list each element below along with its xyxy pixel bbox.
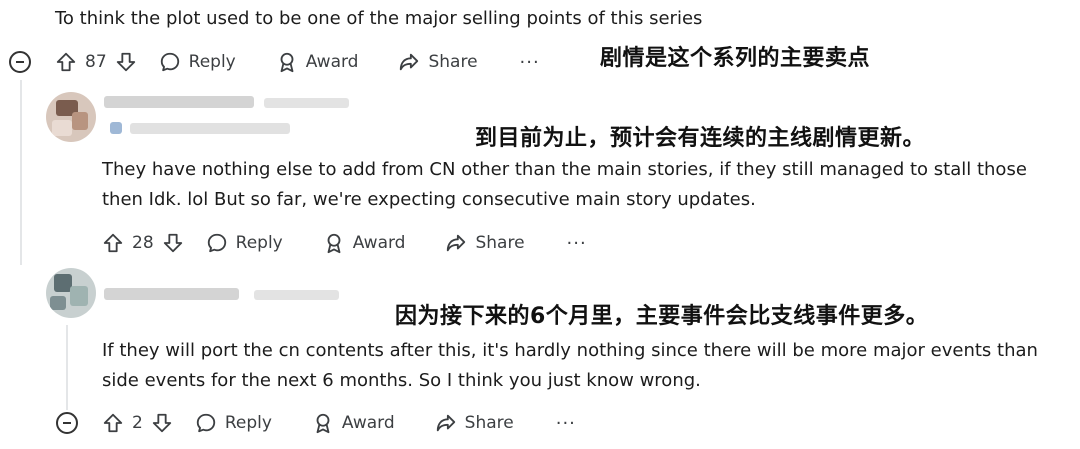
username-blurred[interactable] xyxy=(104,96,349,110)
reply-button[interactable]: Reply xyxy=(206,232,283,254)
share-label: Share xyxy=(464,413,514,433)
share-button[interactable]: Share xyxy=(445,232,525,254)
reply-label: Reply xyxy=(188,52,236,72)
collapse-button[interactable] xyxy=(56,412,78,434)
reply-label: Reply xyxy=(224,413,272,433)
share-icon xyxy=(436,414,455,432)
more-label: ··· xyxy=(566,232,587,254)
user-flair-blurred xyxy=(110,122,290,136)
collapse-button[interactable] xyxy=(9,51,31,73)
award-button[interactable]: Award xyxy=(323,232,406,254)
share-icon xyxy=(400,53,419,71)
downvote-button[interactable] xyxy=(115,51,137,73)
reply-button[interactable]: Reply xyxy=(195,412,272,434)
more-label: ··· xyxy=(555,412,576,434)
vote-count: 28 xyxy=(132,233,154,253)
reply-icon xyxy=(196,413,215,433)
award-icon xyxy=(316,413,330,434)
translation-annotation: 到目前为止，预计会有连续的主线剧情更新。 xyxy=(475,126,926,151)
avatar[interactable] xyxy=(46,92,96,142)
comment-body: If they will port the cn contents after … xyxy=(102,336,1038,396)
vote-count: 87 xyxy=(85,52,107,72)
reply-label: Reply xyxy=(235,233,283,253)
reply-icon xyxy=(207,233,226,253)
comment-body: They have nothing else to add from CN ot… xyxy=(102,155,1027,215)
award-button[interactable]: Award xyxy=(276,51,359,73)
more-options-button[interactable]: ··· xyxy=(556,413,576,434)
thread-line[interactable] xyxy=(66,325,68,410)
comment-line: To think the plot used to be one of the … xyxy=(55,8,703,29)
share-label: Share xyxy=(475,233,525,253)
award-icon xyxy=(327,233,341,254)
award-icon xyxy=(280,52,294,73)
vote-count: 2 xyxy=(132,413,143,433)
upvote-button[interactable] xyxy=(102,232,124,254)
avatar[interactable] xyxy=(46,268,96,318)
share-icon xyxy=(447,234,466,252)
share-label: Share xyxy=(428,52,478,72)
upvote-icon xyxy=(103,413,123,433)
share-button[interactable]: Share xyxy=(398,51,478,73)
more-label: ··· xyxy=(519,51,540,73)
upvote-button[interactable] xyxy=(102,412,124,434)
downvote-button[interactable] xyxy=(151,412,173,434)
translation-annotation: 因为接下来的6个月里，主要事件会比支线事件更多。 xyxy=(395,304,929,329)
comment-line: They have nothing else to add from CN ot… xyxy=(102,159,1027,180)
comment-line: then Idk. lol But so far, we're expectin… xyxy=(102,189,756,210)
downvote-icon xyxy=(116,52,135,72)
award-label: Award xyxy=(305,52,359,72)
comment-body: To think the plot used to be one of the … xyxy=(55,4,702,34)
comment-line: If they will port the cn contents after … xyxy=(102,340,1038,361)
award-label: Award xyxy=(352,233,406,253)
award-label: Award xyxy=(341,413,395,433)
reply-icon xyxy=(160,52,179,72)
share-button[interactable]: Share xyxy=(435,412,514,434)
downvote-icon xyxy=(152,413,171,433)
more-options-button[interactable]: ··· xyxy=(567,233,587,254)
thread-line[interactable] xyxy=(20,80,22,265)
upvote-button[interactable] xyxy=(55,51,77,73)
more-options-button[interactable]: ··· xyxy=(520,52,540,73)
downvote-icon xyxy=(163,233,182,253)
comment-actions: 87 Reply Award Share ··· xyxy=(55,45,540,79)
reply-button[interactable]: Reply xyxy=(159,51,236,73)
comment-actions: 2 Reply Award Share ··· xyxy=(102,406,576,440)
upvote-icon xyxy=(103,233,123,253)
upvote-icon xyxy=(56,52,76,72)
comment-actions: 28 Reply Award Share ··· xyxy=(102,226,587,260)
translation-annotation: 剧情是这个系列的主要卖点 xyxy=(600,46,871,71)
username-blurred[interactable] xyxy=(104,288,339,302)
comment-line: side events for the next 6 months. So I … xyxy=(102,370,701,391)
award-button[interactable]: Award xyxy=(312,412,395,434)
downvote-button[interactable] xyxy=(162,232,184,254)
